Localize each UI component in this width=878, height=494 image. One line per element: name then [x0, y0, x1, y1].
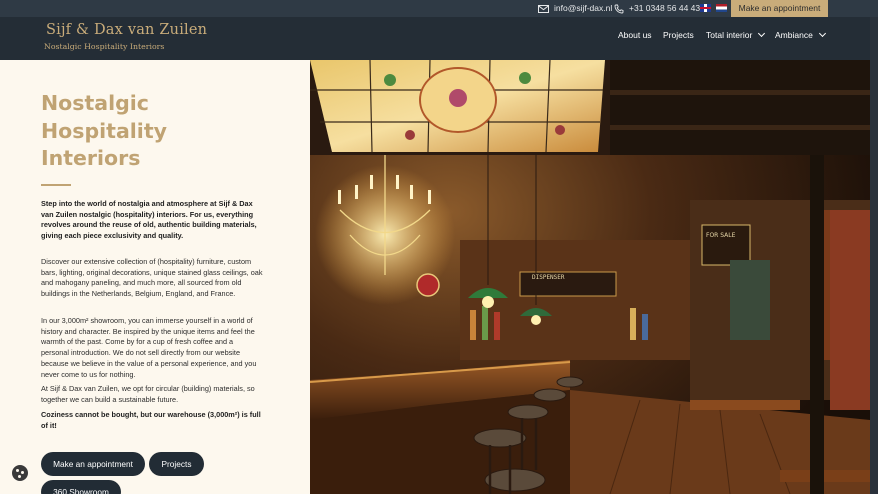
title-divider [41, 184, 71, 186]
email-text: info@sijf-dax.nl [554, 3, 613, 13]
chevron-down-icon [758, 29, 766, 38]
chevron-down-icon [818, 29, 826, 38]
scrollbar[interactable] [870, 17, 878, 494]
logo-title[interactable]: Sijf & Dax van Zuilen [46, 22, 207, 38]
phone-link[interactable]: +31 0348 56 44 43 [614, 0, 700, 17]
flag-nl-icon[interactable] [716, 4, 727, 12]
phone-text: +31 0348 56 44 43 [629, 3, 701, 13]
nav-ambiance[interactable]: Ambiance [775, 29, 826, 41]
projects-button[interactable]: Projects [149, 452, 204, 476]
dispenser-sign: DISPENSER [532, 274, 565, 281]
nav-about-label: About us [618, 30, 652, 40]
make-appointment-button[interactable]: Make an appointment [41, 452, 145, 476]
collection-paragraph: Discover our extensive collection of (ho… [41, 257, 263, 299]
mail-icon [538, 4, 549, 13]
page-title: Nostalgic Hospitality Interiors [41, 91, 167, 170]
email-link[interactable]: info@sijf-dax.nl [538, 0, 612, 17]
nav-projects-label: Projects [663, 30, 694, 40]
flag-uk-icon[interactable] [700, 4, 711, 12]
hero-photo-pub-interior: FOR SALE DISPENSER [310, 60, 870, 494]
nav-projects[interactable]: Projects [663, 29, 694, 41]
showroom-paragraph: In our 3,000m² showroom, you can immerse… [41, 316, 257, 379]
showroom-360-button[interactable]: 360 Showroom [41, 480, 121, 494]
top-appointment-button[interactable]: Make an appointment [731, 0, 828, 17]
phone-icon [614, 4, 624, 13]
nav-total-label: Total interior [706, 30, 753, 40]
cookie-icon[interactable] [12, 465, 28, 481]
nav-total-interior[interactable]: Total interior [706, 29, 766, 41]
nav-ambiance-label: Ambiance [775, 30, 813, 40]
circular-paragraph: At Sijf & Dax van Zuilen, we opt for cir… [41, 384, 255, 404]
logo-subtitle: Nostalgic Hospitality Interiors [44, 42, 165, 51]
for-sale-sign: FOR SALE [706, 232, 736, 239]
intro-paragraph: Step into the world of nostalgia and atm… [41, 199, 257, 241]
top-contact-bar: info@sijf-dax.nl +31 0348 56 44 43 Make … [0, 0, 878, 17]
nav-about-us[interactable]: About us [618, 29, 652, 41]
pub-interior-illustration: FOR SALE [310, 60, 870, 494]
coziness-paragraph: Coziness cannot be bought, but our wareh… [41, 410, 261, 430]
